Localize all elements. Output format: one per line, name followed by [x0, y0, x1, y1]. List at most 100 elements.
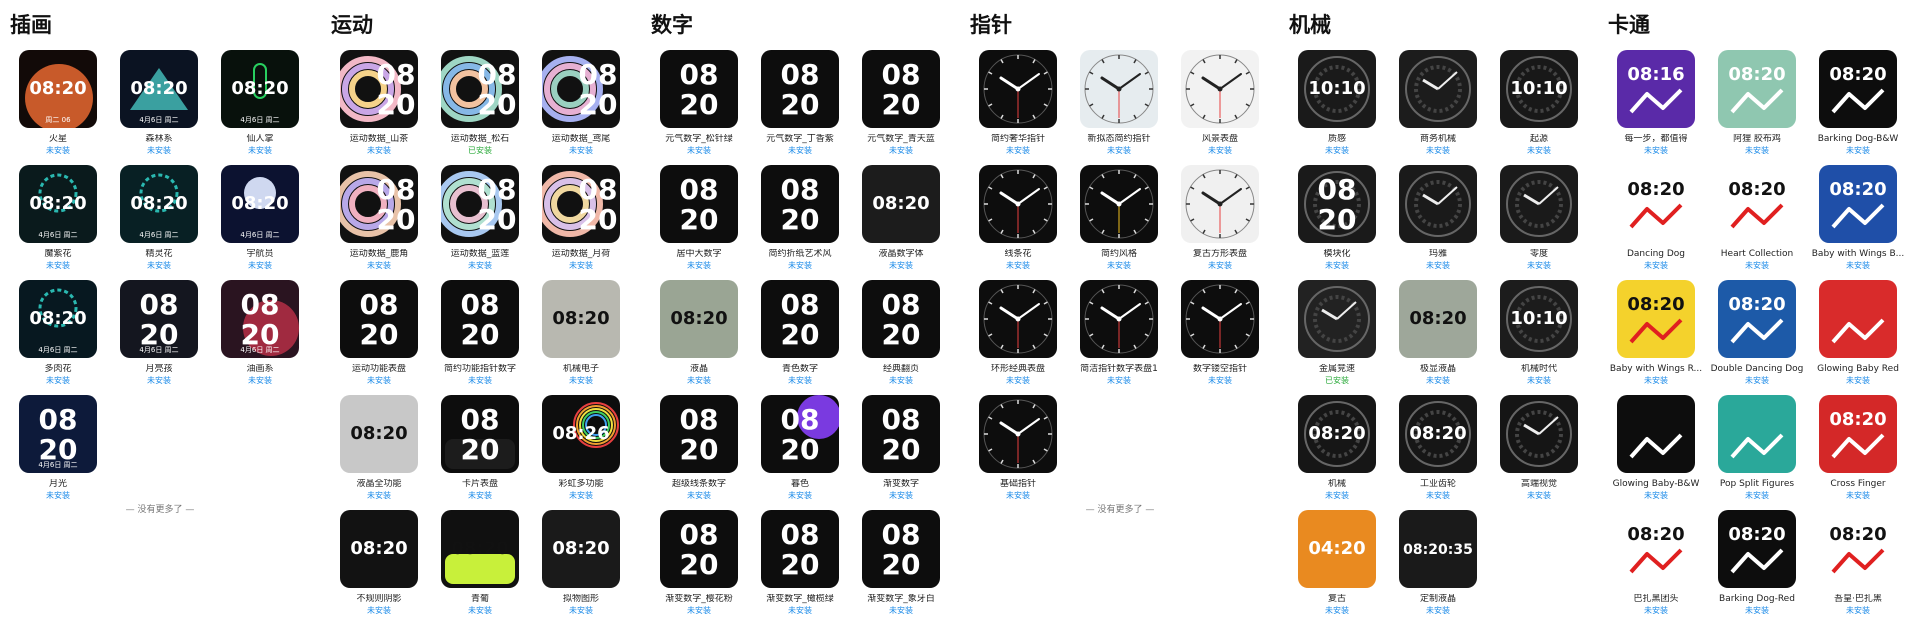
watchface-card[interactable]: 08 20 4月6日 周二 油画系 未安装 [210, 280, 310, 386]
watchface-card[interactable]: 玛雅 未安装 [1388, 165, 1488, 271]
watchface-preview[interactable]: 08:26 [542, 395, 620, 473]
watchface-preview[interactable]: 08:20 [542, 510, 620, 588]
watchface-preview[interactable]: 08:20 [1819, 165, 1897, 243]
watchface-preview[interactable] [1298, 280, 1376, 358]
watchface-preview[interactable]: 08:20 [1617, 510, 1695, 588]
watchface-card[interactable]: 08:20 Barking Dog-B&W 未安装 [1808, 50, 1908, 156]
watchface-card[interactable]: 08 20 运动数据_月荷 未安装 [531, 165, 631, 271]
watchface-card[interactable]: 08:20 阿狸 胶布鸡 未安装 [1707, 50, 1807, 156]
watchface-preview[interactable]: 08 20 [340, 280, 418, 358]
watchface-card[interactable]: 08 20 元气数字_青天蓝 未安装 [851, 50, 951, 156]
watchface-card[interactable]: 08:26 彩虹多功能 未安装 [531, 395, 631, 501]
watchface-preview[interactable]: 08 20 [660, 165, 738, 243]
watchface-card[interactable]: 08 20 简约折纸艺术风 未安装 [750, 165, 850, 271]
watchface-preview[interactable]: 08 20 [441, 165, 519, 243]
watchface-card[interactable]: 08:20 Dancing Dog 未安装 [1606, 165, 1706, 271]
watchface-card[interactable]: 08 20 卡片表盘 未安装 [430, 395, 530, 501]
watchface-preview[interactable]: 08 20 [761, 50, 839, 128]
watchface-preview[interactable] [1080, 280, 1158, 358]
watchface-preview[interactable]: 08 20 [660, 510, 738, 588]
watchface-card[interactable]: 08:20 不规则阴影 未安装 [329, 510, 429, 616]
watchface-card[interactable]: 08:20 极显液晶 未安装 [1388, 280, 1488, 386]
watchface-card[interactable]: 08 20 暮色 未安装 [750, 395, 850, 501]
watchface-card[interactable]: 08:16 每一步，都值得 未安装 [1606, 50, 1706, 156]
watchface-preview[interactable]: 08:20 [1819, 395, 1897, 473]
watchface-preview[interactable] [1080, 50, 1158, 128]
watchface-card[interactable]: 08 20 4月6日 周二 月亮孩 未安装 [109, 280, 209, 386]
watchface-preview[interactable]: 08:20 [1819, 510, 1897, 588]
watchface-card[interactable]: 线条花 未安装 [968, 165, 1068, 271]
watchface-preview[interactable]: 08 20 [441, 280, 519, 358]
watchface-card[interactable]: 08:20 4月6日 周二 宇航员 未安装 [210, 165, 310, 271]
watchface-card[interactable]: 08 20 运动功能表盘 未安装 [329, 280, 429, 386]
watchface-card[interactable]: 08:20 液晶全功能 未安装 [329, 395, 429, 501]
watchface-preview[interactable] [1181, 50, 1259, 128]
watchface-card[interactable]: Glowing Baby Red 未安装 [1808, 280, 1908, 386]
watchface-preview[interactable] [1181, 165, 1259, 243]
watchface-preview[interactable]: 08:20 [542, 280, 620, 358]
watchface-card[interactable]: 08 20 渐变数字_橄榄绿 未安装 [750, 510, 850, 616]
watchface-card[interactable]: 08 20 渐变数字_樱花粉 未安装 [649, 510, 749, 616]
watchface-card[interactable]: 08:20 巴扎黑团头 未安装 [1606, 510, 1706, 616]
watchface-preview[interactable]: 08 20 [862, 50, 940, 128]
watchface-card[interactable]: 简约奢华指针 未安装 [968, 50, 1068, 156]
watchface-preview[interactable]: 08 20 [761, 510, 839, 588]
watchface-preview[interactable]: 08 20 [340, 50, 418, 128]
watchface-preview[interactable]: 08 20 [660, 50, 738, 128]
watchface-card[interactable]: 08:20 4月6日 周二 仙人掌 未安装 [210, 50, 310, 156]
watchface-preview[interactable]: 08 20 4月6日 周二 [19, 395, 97, 473]
watchface-card[interactable]: 08 20 元气数字_丁香紫 未安装 [750, 50, 850, 156]
watchface-card[interactable]: 风景表盘 未安装 [1170, 50, 1270, 156]
watchface-card[interactable]: 10:10 起源 未安装 [1489, 50, 1589, 156]
watchface-card[interactable]: 08 20 超级线条数字 未安装 [649, 395, 749, 501]
watchface-preview[interactable]: 08:20 [1399, 280, 1477, 358]
watchface-preview[interactable]: 08 20 [441, 50, 519, 128]
watchface-card[interactable]: 08:20 Baby with Wings R... 未安装 [1606, 280, 1706, 386]
watchface-card[interactable]: 简约风格 未安装 [1069, 165, 1169, 271]
watchface-preview[interactable] [979, 395, 1057, 473]
watchface-preview[interactable]: 10:10 [1500, 280, 1578, 358]
watchface-preview[interactable]: 08:20 [862, 165, 940, 243]
watchface-card[interactable]: 08 20 居中大数字 未安装 [649, 165, 749, 271]
watchface-preview[interactable] [1718, 395, 1796, 473]
watchface-preview[interactable] [1500, 395, 1578, 473]
watchface-preview[interactable]: 08 20 [660, 395, 738, 473]
watchface-preview[interactable]: 08:20 周二 06 [19, 50, 97, 128]
watchface-preview[interactable]: 08:20 [441, 510, 519, 588]
watchface-card[interactable]: 08:20 Heart Collection 未安装 [1707, 165, 1807, 271]
watchface-card[interactable]: 08:20 Cross Finger 未安装 [1808, 395, 1908, 501]
watchface-card[interactable]: 08:20 周二 06 火星 未安装 [8, 50, 108, 156]
watchface-card[interactable]: 复古方形表盘 未安装 [1170, 165, 1270, 271]
watchface-card[interactable]: 08 20 4月6日 周二 月光 未安装 [8, 395, 108, 501]
watchface-card[interactable]: 08:20 拟物图形 未安装 [531, 510, 631, 616]
watchface-card[interactable]: 数字镂空指针 未安装 [1170, 280, 1270, 386]
watchface-card[interactable]: 基础指针 未安装 [968, 395, 1068, 501]
watchface-preview[interactable]: 08:20 [1718, 280, 1796, 358]
watchface-preview[interactable]: 08:20 4月6日 周二 [120, 50, 198, 128]
watchface-preview[interactable] [1399, 165, 1477, 243]
watchface-preview[interactable]: 08:20 [1718, 50, 1796, 128]
watchface-preview[interactable]: 08 20 [761, 280, 839, 358]
watchface-preview[interactable]: 08:20 [1617, 165, 1695, 243]
watchface-preview[interactable]: 08:20 [1399, 395, 1477, 473]
watchface-card[interactable]: 08 20 元气数字_松针绿 未安装 [649, 50, 749, 156]
watchface-card[interactable]: 08 20 渐变数字 未安装 [851, 395, 951, 501]
watchface-preview[interactable] [1617, 395, 1695, 473]
watchface-card[interactable]: 08:20 Baby with Wings B... 未安装 [1808, 165, 1908, 271]
watchface-card[interactable]: 10:10 机械时代 未安装 [1489, 280, 1589, 386]
watchface-preview[interactable]: 08 20 [761, 165, 839, 243]
watchface-preview[interactable]: 08:20 4月6日 周二 [19, 280, 97, 358]
watchface-preview[interactable]: 08:20:35 [1399, 510, 1477, 588]
watchface-preview[interactable]: 08:20 [1718, 165, 1796, 243]
watchface-preview[interactable]: 08 20 [862, 510, 940, 588]
watchface-card[interactable]: 08 20 运动数据_鸢尾 未安装 [531, 50, 631, 156]
watchface-card[interactable]: 08:20 青葡 未安装 [430, 510, 530, 616]
watchface-card[interactable]: 08:20 Double Dancing Dog 未安装 [1707, 280, 1807, 386]
watchface-preview[interactable]: 08:20 [1718, 510, 1796, 588]
watchface-preview[interactable]: 08:20 [340, 510, 418, 588]
watchface-card[interactable]: 08 20 模块化 未安装 [1287, 165, 1387, 271]
watchface-card[interactable]: Pop Split Figures 未安装 [1707, 395, 1807, 501]
watchface-preview[interactable] [979, 50, 1057, 128]
watchface-preview[interactable]: 08:20 4月6日 周二 [221, 165, 299, 243]
watchface-card[interactable]: 高端视觉 未安装 [1489, 395, 1589, 501]
